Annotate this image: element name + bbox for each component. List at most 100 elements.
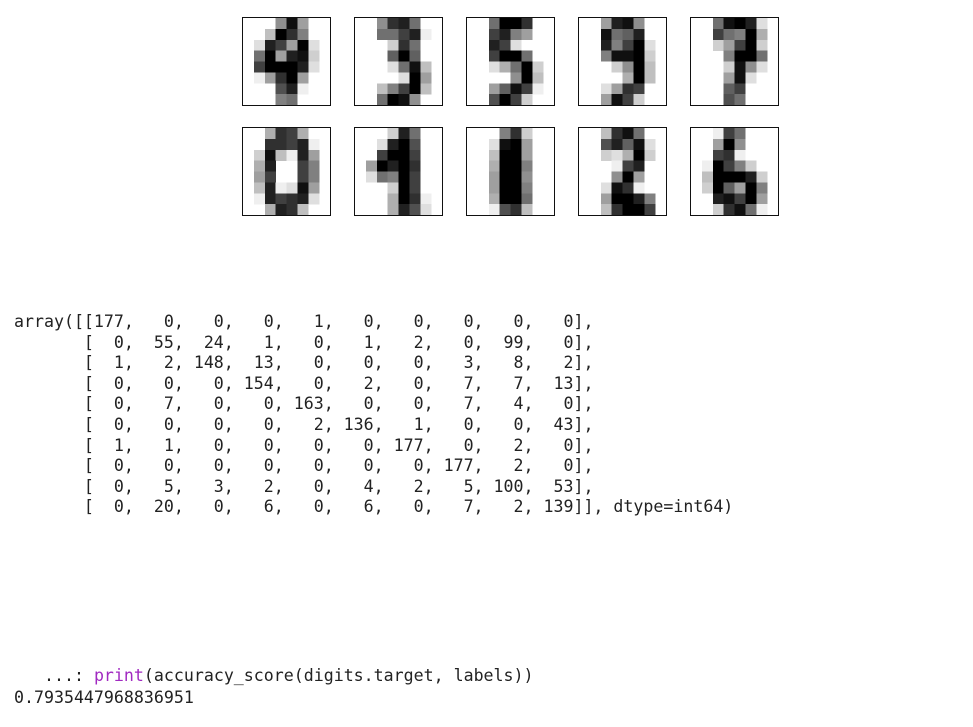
pixel [633,182,645,194]
pixel [712,138,724,150]
pixel [286,61,298,73]
matrix-row: [ 1, 1, 0, 0, 0, 0, 177, 0, 2, 0], [83,435,594,455]
pixel [734,61,746,73]
pixel [756,171,768,183]
pixel [488,94,500,105]
pixel [521,138,533,150]
pixel [510,149,522,161]
pixel [723,149,735,161]
pixel [611,18,623,30]
pixel [264,128,276,140]
pixel [398,83,410,95]
pixel [398,193,410,205]
pixel [622,61,634,73]
pixel [409,204,421,215]
pixel [264,72,276,84]
pixel [286,39,298,51]
pixel [488,182,500,194]
pixel [398,149,410,161]
pixel [499,138,511,150]
pixel [723,50,735,62]
pixel [521,149,533,161]
pixel [521,83,533,95]
pixel [723,72,735,84]
pixel [723,204,735,215]
pixel [409,128,421,140]
pixel [600,182,612,194]
pixel [286,50,298,62]
pixel [264,204,276,215]
pixel [521,182,533,194]
pixel [499,160,511,172]
pixel [387,28,399,40]
pixel [611,128,623,140]
pixel [297,128,309,140]
pixel [633,94,645,105]
pixel [745,72,757,84]
digit-tile-2 [578,127,667,216]
pixel [734,94,746,105]
pixel [510,83,522,95]
pixel [376,160,388,172]
pixel [297,83,309,95]
pixel [286,28,298,40]
pixel [499,83,511,95]
pixel [644,149,656,161]
pixel [409,50,421,62]
pixel [701,182,713,194]
pixel [600,18,612,30]
pixel [275,94,287,105]
pixel [286,182,298,194]
pixel [499,18,511,30]
pixel [600,149,612,161]
pixel [644,72,656,84]
pixel [745,18,757,30]
matrix-row: [ 0, 0, 0, 0, 0, 0, 0, 177, 2, 0], [83,456,594,476]
pixel [723,138,735,150]
pixel [745,182,757,194]
pixel [633,171,645,183]
pixel [723,61,735,73]
pixel [488,83,500,95]
pixel [297,160,309,172]
pixel [275,204,287,215]
pixel [611,171,623,183]
pixel [734,128,746,140]
pixel [712,193,724,205]
pixel [723,18,735,30]
digit-pixel-image [253,18,320,105]
pixel [387,171,399,183]
pixel [275,149,287,161]
pixel [398,171,410,183]
pixel [622,72,634,84]
pixel [622,204,634,215]
pixel [420,61,432,73]
pixel [488,50,500,62]
pixel [499,182,511,194]
pixel [297,204,309,215]
digit-tile-3 [354,17,443,106]
pixel [275,193,287,205]
pixel [633,50,645,62]
pixel [275,18,287,30]
pixel [264,138,276,150]
pixel [297,193,309,205]
pixel [286,149,298,161]
pixel [622,138,634,150]
pixel [644,39,656,51]
pixel [756,182,768,194]
pixel [275,138,287,150]
pixel [488,39,500,51]
pixel [308,160,320,172]
pixel [409,193,421,205]
pixel [745,204,757,215]
digit-pixel-image [600,128,656,215]
pixel [521,94,533,105]
pixel [253,72,265,84]
pixel [633,160,645,172]
pixel [297,149,309,161]
pixel [387,50,399,62]
pixel [297,61,309,73]
pixel [308,39,320,51]
pixel [745,61,757,73]
